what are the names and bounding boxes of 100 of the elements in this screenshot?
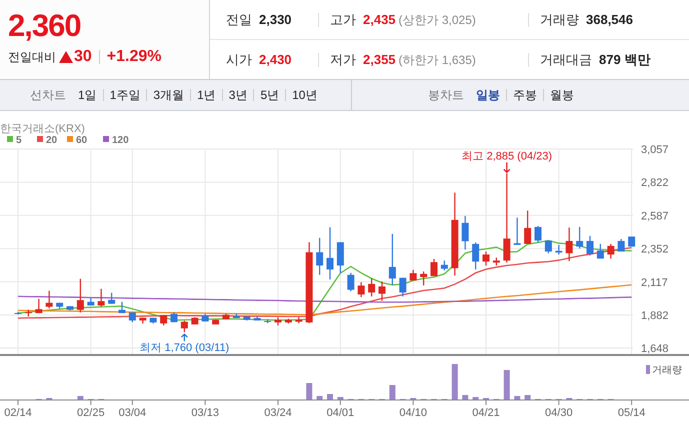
volume-legend-swatch	[646, 365, 650, 374]
candlestick	[524, 210, 532, 244]
legend-label: 120	[112, 135, 130, 146]
tab-group-label: 봉차트	[428, 86, 464, 104]
candlestick	[35, 298, 42, 314]
period-tab[interactable]: 3개월	[146, 89, 190, 101]
candlestick	[492, 258, 500, 266]
legend-label: 20	[46, 135, 58, 146]
annotation-label: 최저 1,760 (03/11)	[140, 342, 230, 354]
period-tab[interactable]: 1주일	[102, 89, 146, 101]
candlestick	[264, 319, 272, 324]
change-label: 전일대비	[8, 48, 56, 66]
stat-value: 2,355	[363, 52, 396, 66]
candlestick	[576, 226, 584, 249]
x-axis-label: 04/01	[326, 407, 354, 419]
candlestick	[180, 320, 188, 332]
stat-label: 시가	[226, 50, 252, 68]
candlestick	[202, 314, 209, 322]
source-label: 한국거래소(KRX)	[0, 123, 85, 135]
candlestick	[284, 318, 292, 324]
stat-value: 2,435	[363, 12, 396, 26]
candlestick	[98, 288, 105, 307]
stat-note: (하한가 1,635)	[398, 52, 476, 66]
x-axis-label: 04/30	[545, 407, 573, 419]
candlestick	[544, 240, 552, 254]
y-axis-label: 2,587	[641, 210, 669, 222]
candlestick	[139, 318, 146, 324]
candlestick	[108, 292, 116, 304]
candlestick	[170, 312, 178, 322]
annotation-arrow	[503, 162, 510, 174]
x-axis-label: 02/25	[77, 407, 105, 419]
candlestick	[410, 270, 417, 280]
candlestick	[24, 310, 32, 316]
candle-period-tab[interactable]: 월봉	[543, 89, 580, 101]
candlestick	[440, 260, 448, 270]
current-price: 2,360	[8, 10, 82, 42]
tab-group-label: 선차트	[30, 86, 66, 104]
candlestick	[243, 316, 250, 320]
candlestick	[46, 290, 53, 308]
candlestick	[76, 278, 84, 312]
stat-value: 879 백만	[599, 52, 650, 66]
stat-note: (상한가 3,025)	[398, 12, 476, 26]
stat-value: 2,330	[259, 12, 292, 26]
candlestick	[336, 242, 344, 273]
up-triangle-icon	[59, 51, 73, 63]
stat-label: 거래대금	[540, 52, 592, 66]
candlestick	[596, 244, 604, 259]
candlestick	[150, 318, 157, 324]
x-axis-label: 03/13	[191, 407, 219, 419]
candlestick	[555, 244, 562, 254]
x-axis-label: 04/10	[399, 407, 427, 419]
candlestick	[388, 234, 396, 286]
period-tab[interactable]: 5년	[253, 89, 286, 101]
candlestick	[482, 252, 490, 266]
candlestick	[358, 282, 365, 298]
legend-label: 5	[16, 135, 22, 146]
candlestick	[368, 278, 376, 296]
candle-period-tab[interactable]: 일봉	[470, 89, 506, 101]
stat-value: 368,546	[586, 12, 633, 26]
change-rate: +1.29%	[106, 48, 162, 66]
y-axis-label: 2,117	[641, 276, 668, 289]
period-tab[interactable]: 1일	[72, 89, 103, 101]
change-amount: 30	[74, 50, 100, 64]
stat-label: 고가	[330, 12, 356, 26]
candlestick	[254, 316, 261, 320]
candlestick	[87, 298, 94, 306]
x-axis-label: 02/14	[4, 407, 32, 419]
volume-legend-label: 거래량	[652, 365, 682, 376]
legend-item: 60	[67, 135, 88, 146]
x-axis-label: 05/14	[618, 407, 646, 419]
candle-period-tab[interactable]: 주봉	[506, 89, 543, 101]
candlestick	[274, 317, 282, 326]
candlestick	[534, 226, 542, 242]
y-axis-label: 2,822	[641, 177, 669, 190]
candlestick	[191, 317, 198, 324]
candlestick	[514, 218, 521, 245]
period-tab[interactable]: 1년	[190, 89, 222, 101]
candlestick	[430, 258, 438, 276]
period-tab[interactable]: 3년	[222, 89, 254, 101]
candlestick	[66, 306, 74, 310]
candlestick	[399, 278, 406, 296]
y-axis-label: 2,352	[641, 244, 669, 256]
y-axis-label: 1,648	[641, 343, 669, 355]
legend-item: 120	[103, 135, 129, 146]
candlestick	[118, 302, 126, 314]
candlestick	[347, 272, 354, 292]
y-axis-label: 1,882	[641, 310, 669, 322]
x-axis-label: 03/24	[264, 407, 292, 419]
stat-value: 2,430	[259, 52, 292, 66]
stat-label: 저가	[330, 52, 356, 66]
candlestick	[618, 238, 625, 252]
candlestick	[326, 227, 334, 280]
stat-label: 전일	[226, 10, 252, 28]
x-axis-label: 03/04	[118, 407, 146, 419]
candlestick	[160, 315, 168, 326]
candlestick	[378, 281, 386, 301]
candlestick	[232, 314, 240, 318]
period-tab[interactable]: 10년	[285, 89, 324, 101]
legend-label: 60	[76, 135, 88, 146]
candlestick	[295, 317, 302, 324]
